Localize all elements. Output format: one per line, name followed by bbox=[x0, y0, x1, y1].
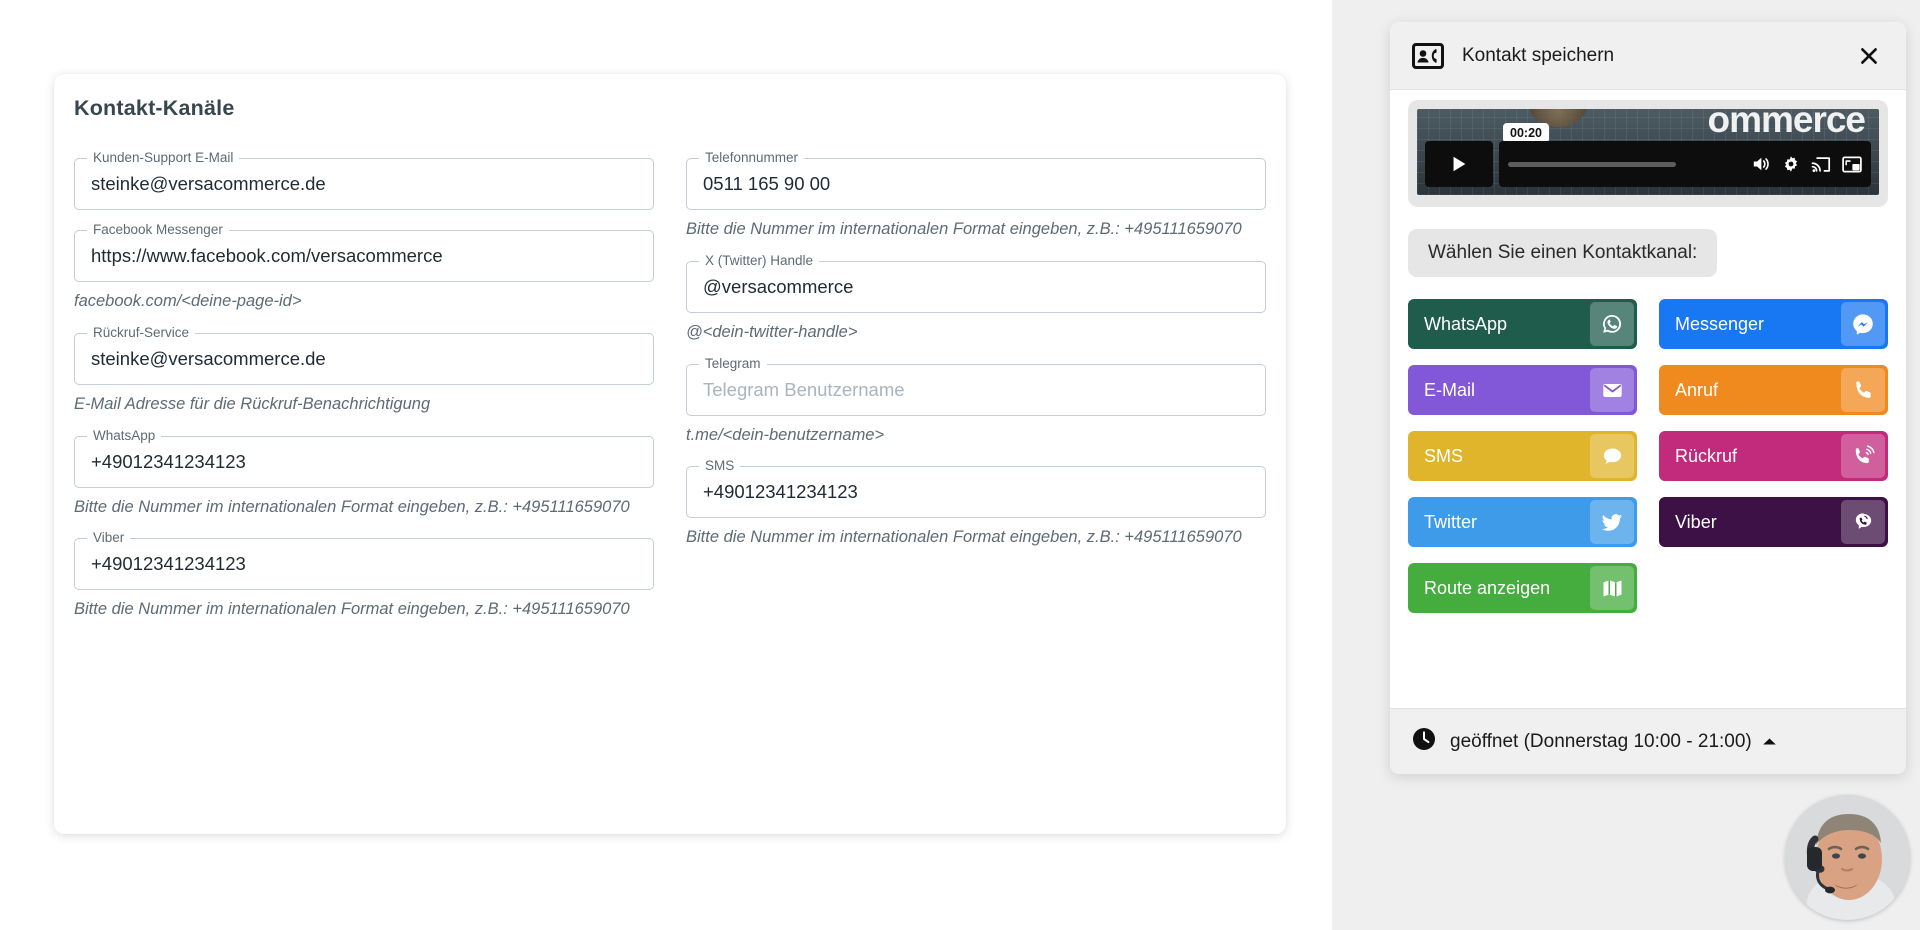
widget-header: Kontakt speichern bbox=[1390, 22, 1906, 90]
picture-in-picture-icon[interactable] bbox=[1842, 156, 1862, 173]
input-hint: @<dein-twitter-handle> bbox=[686, 322, 858, 341]
channel-button-e-mail[interactable]: E-Mail bbox=[1408, 365, 1637, 415]
chat-bubble-icon bbox=[1590, 434, 1634, 478]
video-control-bar bbox=[1499, 141, 1871, 187]
contact-widget: Kontakt speichern ommerce 00:20 Wählen S… bbox=[1390, 22, 1906, 774]
gear-icon[interactable] bbox=[1782, 155, 1800, 173]
opening-hours-footer[interactable]: geöffnet (Donnerstag 10:00 - 21:00) bbox=[1390, 708, 1906, 774]
channel-prompt: Wählen Sie einen Kontaktkanal: bbox=[1408, 229, 1718, 277]
text-input[interactable]: X (Twitter) Handle @versacommerce bbox=[686, 252, 1266, 313]
input-value: +49012341234123 bbox=[703, 481, 858, 503]
input-value: 0511 165 90 00 bbox=[703, 173, 831, 194]
twitter-icon bbox=[1590, 500, 1634, 544]
input-value: +49012341234123 bbox=[91, 450, 246, 472]
field-telefonnummer: Telefonnummer 0511 165 90 00 Bitte die Num… bbox=[686, 150, 1266, 241]
channel-button-twitter[interactable]: Twitter bbox=[1408, 497, 1637, 547]
field-viber: Viber +49012341234123 Bitte die Nummer im … bbox=[74, 530, 654, 621]
cast-icon[interactable] bbox=[1811, 156, 1831, 173]
phone-icon bbox=[1841, 368, 1885, 412]
contact-channels-card: Kontakt-Kanäle Kunden-Support E-Mail stei… bbox=[54, 74, 1286, 834]
contact-channels-form: Kunden-Support E-Mail steinke@versacommer… bbox=[74, 138, 1266, 621]
input-hint: E-Mail Adresse für die Rückruf-Benachric… bbox=[74, 394, 431, 413]
text-input[interactable]: Viber +49012341234123 bbox=[74, 530, 654, 591]
close-icon[interactable] bbox=[1852, 39, 1886, 73]
clock-icon bbox=[1412, 727, 1436, 756]
text-input[interactable]: WhatsApp +49012341234123 bbox=[74, 427, 654, 488]
input-value: steinke@versacommerce.de bbox=[91, 173, 326, 194]
field-kunden-support-e-mail: Kunden-Support E-Mail steinke@versacommer… bbox=[74, 150, 654, 210]
video-wordmark: ommerce bbox=[1707, 109, 1866, 140]
admin-pane: Kontakt-Kanäle Kunden-Support E-Mail stei… bbox=[0, 0, 1332, 930]
text-input[interactable]: Facebook Messenger https://www.facebook.c… bbox=[74, 222, 654, 282]
input-hint: Bitte die Nummer im internationalen Form… bbox=[686, 528, 1242, 547]
input-hint: t.me/<dein-benutzername> bbox=[686, 425, 885, 444]
input-value: steinke@versacommerce.de bbox=[91, 347, 326, 369]
chevron-up-icon[interactable] bbox=[1762, 737, 1777, 746]
text-input[interactable]: SMS +49012341234123 bbox=[686, 458, 1266, 519]
map-icon bbox=[1590, 566, 1634, 610]
viber-icon bbox=[1841, 500, 1885, 544]
page-root: Kontakt-Kanäle Kunden-Support E-Mail stei… bbox=[0, 0, 1920, 930]
video-icon-group bbox=[1751, 155, 1862, 173]
field-whatsapp: WhatsApp +49012341234123 Bitte die Nummer … bbox=[74, 427, 654, 519]
input-hint: Bitte die Nummer im internationalen Form… bbox=[74, 600, 630, 619]
channel-button-viber[interactable]: Viber bbox=[1659, 497, 1888, 547]
video-message-bubble: ommerce 00:20 bbox=[1408, 100, 1888, 207]
field-facebook-messenger: Facebook Messenger https://www.facebook.c… bbox=[74, 222, 654, 313]
volume-icon[interactable] bbox=[1751, 155, 1771, 173]
support-agent-avatar[interactable] bbox=[1785, 795, 1910, 920]
text-input[interactable]: Telegram Telegram Benutzername bbox=[686, 355, 1266, 416]
widget-title: Kontakt speichern bbox=[1462, 44, 1615, 66]
field-telegram: Telegram Telegram Benutzername t.me/<dein-… bbox=[686, 355, 1266, 447]
input-hint: facebook.com/<deine-page-id> bbox=[74, 292, 302, 310]
whatsapp-icon bbox=[1590, 302, 1634, 346]
field-sms: SMS +49012341234123 Bitte die Nummer im in… bbox=[686, 458, 1266, 549]
text-input[interactable]: Telefonnummer 0511 165 90 00 bbox=[686, 150, 1266, 210]
widget-body: ommerce 00:20 Wählen Sie einen Kontaktka… bbox=[1390, 90, 1906, 708]
input-value: @versacommerce bbox=[703, 275, 854, 297]
channel-button-sms[interactable]: SMS bbox=[1408, 431, 1637, 481]
channel-button-whatsapp[interactable]: WhatsApp bbox=[1408, 299, 1637, 349]
channel-button-anruf[interactable]: Anruf bbox=[1659, 365, 1888, 415]
messenger-icon bbox=[1841, 302, 1885, 346]
play-icon[interactable] bbox=[1425, 141, 1493, 187]
text-input[interactable]: Kunden-Support E-Mail steinke@versacommer… bbox=[74, 150, 654, 210]
video-progress-bar[interactable] bbox=[1508, 161, 1676, 167]
contact-card-icon bbox=[1412, 42, 1444, 69]
form-column-left: Kunden-Support E-Mail steinke@versacommer… bbox=[74, 138, 654, 621]
channel-button-r-ckruf[interactable]: Rückruf bbox=[1659, 431, 1888, 481]
channel-button-grid: WhatsApp Messenger E-Mail Anruf SMS Rückruf Tw… bbox=[1408, 299, 1888, 613]
field-x-twitter-handle: X (Twitter) Handle @versacommerce @<dein-t… bbox=[686, 252, 1266, 344]
text-input[interactable]: Rückruf-Service steinke@versacommerce.de bbox=[74, 324, 654, 385]
channel-button-route-anzeigen[interactable]: Route anzeigen bbox=[1408, 563, 1637, 613]
input-value: +49012341234123 bbox=[91, 553, 246, 575]
video-time-tooltip: 00:20 bbox=[1503, 123, 1549, 148]
channel-button-messenger[interactable]: Messenger bbox=[1659, 299, 1888, 349]
envelope-icon bbox=[1590, 368, 1634, 412]
field-r-ckruf-service: Rückruf-Service steinke@versacommerce.de E… bbox=[74, 324, 654, 416]
video-player[interactable]: ommerce 00:20 bbox=[1417, 109, 1879, 195]
input-placeholder: Telegram Benutzername bbox=[703, 378, 905, 400]
page-title: Kontakt-Kanäle bbox=[74, 96, 235, 120]
opening-hours-text: geöffnet (Donnerstag 10:00 - 21:00) bbox=[1450, 730, 1752, 752]
input-value: https://www.facebook.com/versacommerce bbox=[91, 245, 443, 266]
input-hint: Bitte die Nummer im internationalen Form… bbox=[686, 220, 1242, 238]
phone-ring-icon bbox=[1841, 434, 1885, 478]
input-hint: Bitte die Nummer im internationalen Form… bbox=[74, 497, 630, 516]
form-column-right: Telefonnummer 0511 165 90 00 Bitte die Num… bbox=[686, 138, 1266, 621]
